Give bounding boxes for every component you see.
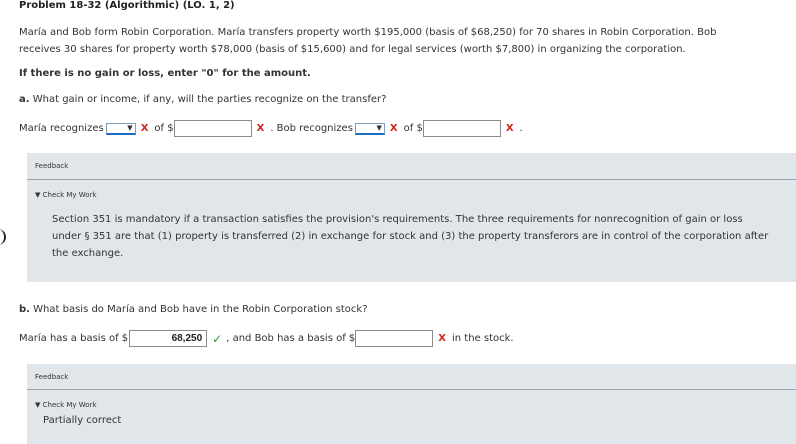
feedback-text: Section 351 is mandatory if a transactio… [52,214,769,259]
bob-basis-input[interactable] [355,330,434,347]
bob-basis-label: , and Bob has a basis of $ [226,333,356,344]
check-my-work-toggle[interactable]: ▼ Check My Work [35,191,97,199]
part-b-answer-row: María has a basis of $ ✓ , and Bob has a… [19,330,514,347]
chevron-down-icon: ▼ [127,123,133,132]
wrong-icon: X [140,123,149,134]
feedback-panel-a: Feedback ▼ Check My Work Section 351 is … [27,153,796,282]
bob-amount-input[interactable] [422,120,501,137]
question-a-prefix: a. [19,94,30,105]
triangle-down-icon: ▼ [35,401,41,409]
correct-icon: ✓ [212,331,223,346]
problem-title: Problem 18-32 (Algorithmic) (LO. 1, 2) [19,0,235,11]
left-edge-marker [0,229,6,245]
status-text: Partially correct [43,415,122,426]
question-a-text: What gain or income, if any, will the pa… [32,94,387,105]
question-a: a. What gain or income, if any, will the… [19,94,386,105]
divider [27,179,796,180]
maria-basis-label: María has a basis of $ [19,333,129,344]
of-label: of $ [154,123,174,134]
check-my-work-label: Check My Work [42,191,97,199]
feedback-label: Feedback [35,162,69,170]
chevron-down-icon: ▼ [376,123,382,132]
of-label: of $ [403,123,423,134]
question-b-text: What basis do María and Bob have in the … [33,304,368,315]
wrong-icon: X [256,123,265,134]
question-b-prefix: b. [19,304,30,315]
divider [27,389,796,390]
in-the-stock-label: in the stock. [452,333,514,344]
instruction: If there is no gain or loss, enter "0" f… [19,68,311,79]
check-my-work-label: Check My Work [42,401,97,409]
maria-basis-input[interactable] [129,330,208,347]
bob-recognizes-label: . Bob recognizes [270,123,353,134]
wrong-icon: X [505,123,514,134]
feedback-label: Feedback [35,373,69,381]
part-a-answer-row: María recognizes ▼ X of $ X . Bob recogn… [19,120,523,137]
problem-text: María and Bob form Robin Corporation. Ma… [19,27,717,55]
feedback-panel-b: Feedback ▼ Check My Work Partially corre… [27,364,796,444]
wrong-icon: X [389,123,398,134]
question-b: b. What basis do María and Bob have in t… [19,304,368,315]
period: . [519,123,523,134]
triangle-down-icon: ▼ [35,191,41,199]
maria-income-type-select[interactable]: ▼ [105,122,136,135]
check-my-work-toggle[interactable]: ▼ Check My Work [35,401,97,409]
wrong-icon: X [438,333,446,344]
maria-amount-input[interactable] [173,120,252,137]
maria-recognizes-label: María recognizes [19,123,104,134]
bob-income-type-select[interactable]: ▼ [354,122,385,135]
